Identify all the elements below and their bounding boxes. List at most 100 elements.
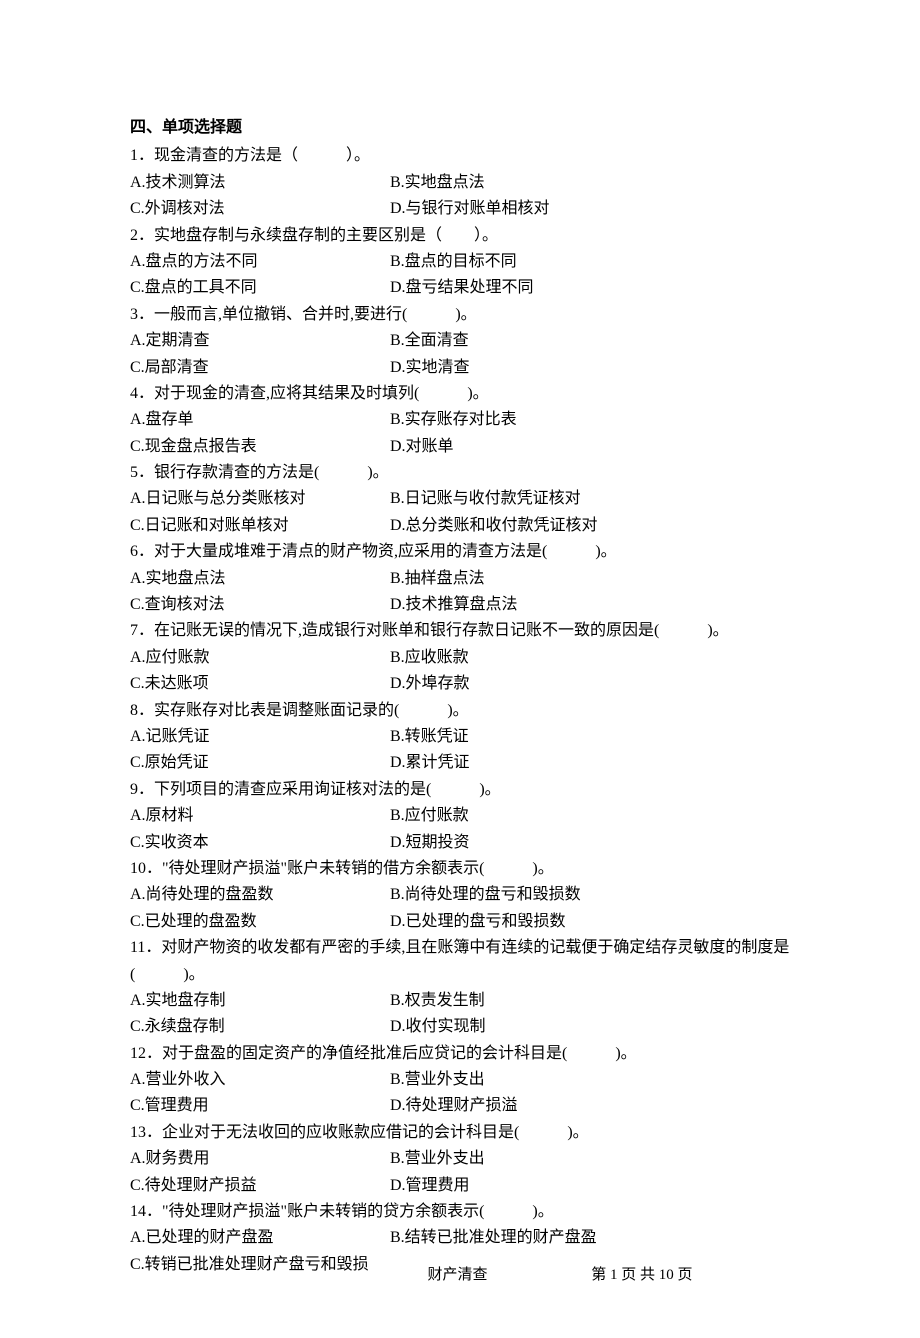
option-row: C.待处理财产损益 D.管理费用 xyxy=(130,1173,800,1199)
option-a: A.记账凭证 xyxy=(130,724,390,750)
option-row: A.盘存单 B.实存账存对比表 xyxy=(130,407,800,433)
option-a: A.财务费用 xyxy=(130,1146,390,1172)
option-d: D.管理费用 xyxy=(390,1173,790,1199)
option-b: B.转账凭证 xyxy=(390,724,790,750)
option-row: A.定期清查 B.全面清查 xyxy=(130,328,800,354)
option-row: A.技术测算法 B.实地盘点法 xyxy=(130,170,800,196)
option-row: A.实地盘存制 B.权责发生制 xyxy=(130,988,800,1014)
question-stem: 4．对于现金的清查,应将其结果及时填列( )。 xyxy=(130,381,800,407)
option-row: C.已处理的盘盈数 D.已处理的盘亏和毁损数 xyxy=(130,909,800,935)
option-row: A.财务费用 B.营业外支出 xyxy=(130,1146,800,1172)
option-c: C.日记账和对账单核对 xyxy=(130,513,390,539)
option-a: A.盘点的方法不同 xyxy=(130,249,390,275)
option-d: D.收付实现制 xyxy=(390,1014,790,1040)
option-c: C.查询核对法 xyxy=(130,592,390,618)
option-row: C.现金盘点报告表 D.对账单 xyxy=(130,434,800,460)
option-a: A.营业外收入 xyxy=(130,1067,390,1093)
question-2: 2．实地盘存制与永续盘存制的主要区别是（ ）。 A.盘点的方法不同 B.盘点的目… xyxy=(130,223,800,302)
option-row: C.外调核对法 D.与银行对账单相核对 xyxy=(130,196,800,222)
option-c: C.外调核对法 xyxy=(130,196,390,222)
option-row: C.实收资本 D.短期投资 xyxy=(130,830,800,856)
question-stem: 10．"待处理财产损溢"账户未转销的借方余额表示( )。 xyxy=(130,856,800,882)
option-b: B.日记账与收付款凭证核对 xyxy=(390,486,790,512)
option-d: D.累计凭证 xyxy=(390,750,790,776)
document-page: 四、单项选择题 1．现金清查的方法是（ ）。 A.技术测算法 B.实地盘点法 C… xyxy=(0,0,920,1338)
option-a: A.原材料 xyxy=(130,803,390,829)
question-1: 1．现金清查的方法是（ ）。 A.技术测算法 B.实地盘点法 C.外调核对法 D… xyxy=(130,143,800,222)
question-stem: 8．实存账存对比表是调整账面记录的( )。 xyxy=(130,698,800,724)
question-3: 3．一般而言,单位撤销、合并时,要进行( )。 A.定期清查 B.全面清查 C.… xyxy=(130,302,800,381)
question-stem: 12．对于盘盈的固定资产的净值经批准后应贷记的会计科目是( )。 xyxy=(130,1041,800,1067)
footer-left: 财产清查 xyxy=(227,1263,587,1288)
option-c: C.未达账项 xyxy=(130,671,390,697)
question-stem: 7．在记账无误的情况下,造成银行对账单和银行存款日记账不一致的原因是( )。 xyxy=(130,618,800,644)
question-5: 5．银行存款清查的方法是( )。 A.日记账与总分类账核对 B.日记账与收付款凭… xyxy=(130,460,800,539)
option-b: B.尚待处理的盘亏和毁损数 xyxy=(390,882,790,908)
option-row: A.实地盘点法 B.抽样盘点法 xyxy=(130,566,800,592)
option-d: D.与银行对账单相核对 xyxy=(390,196,790,222)
option-d: D.对账单 xyxy=(390,434,790,460)
option-a: A.实地盘点法 xyxy=(130,566,390,592)
option-b: B.应付账款 xyxy=(390,803,790,829)
option-d: D.已处理的盘亏和毁损数 xyxy=(390,909,790,935)
option-row: C.查询核对法 D.技术推算盘点法 xyxy=(130,592,800,618)
option-d: D.实地清查 xyxy=(390,355,790,381)
option-c: C.盘点的工具不同 xyxy=(130,275,390,301)
option-c: C.实收资本 xyxy=(130,830,390,856)
question-stem: 2．实地盘存制与永续盘存制的主要区别是（ ）。 xyxy=(130,223,800,249)
option-b: B.营业外支出 xyxy=(390,1146,790,1172)
option-b: B.盘点的目标不同 xyxy=(390,249,790,275)
question-stem: 11．对财产物资的收发都有严密的手续,且在账簿中有连续的记载便于确定结存灵敏度的… xyxy=(130,935,800,988)
option-c: C.管理费用 xyxy=(130,1093,390,1119)
footer-right: 第 1 页 共 10 页 xyxy=(591,1263,692,1288)
question-stem: 14．"待处理财产损溢"账户未转销的贷方余额表示( )。 xyxy=(130,1199,800,1225)
option-c: C.局部清查 xyxy=(130,355,390,381)
option-row: C.原始凭证 D.累计凭证 xyxy=(130,750,800,776)
question-6: 6．对于大量成堆难于清点的财产物资,应采用的清查方法是( )。 A.实地盘点法 … xyxy=(130,539,800,618)
question-stem: 6．对于大量成堆难于清点的财产物资,应采用的清查方法是( )。 xyxy=(130,539,800,565)
option-b: B.实地盘点法 xyxy=(390,170,790,196)
option-a: A.应付账款 xyxy=(130,645,390,671)
option-b: B.结转已批准处理的财产盘盈 xyxy=(390,1225,790,1251)
option-row: A.营业外收入 B.营业外支出 xyxy=(130,1067,800,1093)
option-c: C.原始凭证 xyxy=(130,750,390,776)
option-c: C.现金盘点报告表 xyxy=(130,434,390,460)
option-d: D.外埠存款 xyxy=(390,671,790,697)
option-b: B.应收账款 xyxy=(390,645,790,671)
option-row: C.局部清查 D.实地清查 xyxy=(130,355,800,381)
question-4: 4．对于现金的清查,应将其结果及时填列( )。 A.盘存单 B.实存账存对比表 … xyxy=(130,381,800,460)
option-b: B.营业外支出 xyxy=(390,1067,790,1093)
question-9: 9．下列项目的清查应采用询证核对法的是( )。 A.原材料 B.应付账款 C.实… xyxy=(130,777,800,856)
option-row: C.未达账项 D.外埠存款 xyxy=(130,671,800,697)
question-10: 10．"待处理财产损溢"账户未转销的借方余额表示( )。 A.尚待处理的盘盈数 … xyxy=(130,856,800,935)
option-row: A.已处理的财产盘盈 B.结转已批准处理的财产盘盈 xyxy=(130,1225,800,1251)
option-a: A.日记账与总分类账核对 xyxy=(130,486,390,512)
option-row: A.尚待处理的盘盈数 B.尚待处理的盘亏和毁损数 xyxy=(130,882,800,908)
question-stem: 9．下列项目的清查应采用询证核对法的是( )。 xyxy=(130,777,800,803)
option-row: A.记账凭证 B.转账凭证 xyxy=(130,724,800,750)
option-a: A.技术测算法 xyxy=(130,170,390,196)
option-c: C.永续盘存制 xyxy=(130,1014,390,1040)
option-d: D.盘亏结果处理不同 xyxy=(390,275,790,301)
question-11: 11．对财产物资的收发都有严密的手续,且在账簿中有连续的记载便于确定结存灵敏度的… xyxy=(130,935,800,1041)
option-row: C.盘点的工具不同 D.盘亏结果处理不同 xyxy=(130,275,800,301)
option-c: C.已处理的盘盈数 xyxy=(130,909,390,935)
question-stem: 3．一般而言,单位撤销、合并时,要进行( )。 xyxy=(130,302,800,328)
option-a: A.尚待处理的盘盈数 xyxy=(130,882,390,908)
option-d: D.短期投资 xyxy=(390,830,790,856)
question-7: 7．在记账无误的情况下,造成银行对账单和银行存款日记账不一致的原因是( )。 A… xyxy=(130,618,800,697)
question-12: 12．对于盘盈的固定资产的净值经批准后应贷记的会计科目是( )。 A.营业外收入… xyxy=(130,1041,800,1120)
question-13: 13．企业对于无法收回的应收账款应借记的会计科目是( )。 A.财务费用 B.营… xyxy=(130,1120,800,1199)
question-stem: 5．银行存款清查的方法是( )。 xyxy=(130,460,800,486)
option-d: D.待处理财产损溢 xyxy=(390,1093,790,1119)
option-c: C.待处理财产损益 xyxy=(130,1173,390,1199)
section-title: 四、单项选择题 xyxy=(130,115,800,141)
option-a: A.定期清查 xyxy=(130,328,390,354)
option-b: B.实存账存对比表 xyxy=(390,407,790,433)
option-row: C.管理费用 D.待处理财产损溢 xyxy=(130,1093,800,1119)
question-stem: 13．企业对于无法收回的应收账款应借记的会计科目是( )。 xyxy=(130,1120,800,1146)
option-row: A.应付账款 B.应收账款 xyxy=(130,645,800,671)
option-a: A.实地盘存制 xyxy=(130,988,390,1014)
option-b: B.权责发生制 xyxy=(390,988,790,1014)
option-row: C.永续盘存制 D.收付实现制 xyxy=(130,1014,800,1040)
